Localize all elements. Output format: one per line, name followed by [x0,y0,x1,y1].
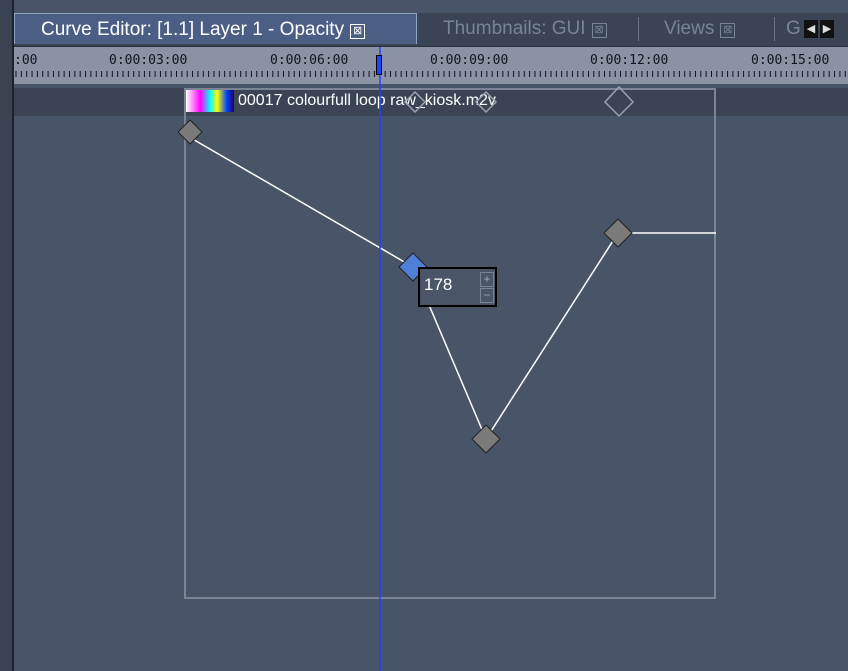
keyframe-value-editor: 178 + − [418,267,497,307]
playhead-handle[interactable] [376,55,382,75]
curve-overlay [177,47,716,671]
strip-keyframe-marker[interactable] [474,90,498,114]
decrement-button[interactable]: − [480,288,494,303]
keyframe-point[interactable] [603,218,633,248]
opacity-curve[interactable] [183,133,414,268]
value-input[interactable]: 178 [424,275,476,295]
increment-button[interactable]: + [480,272,494,287]
keyframe-point[interactable] [177,119,203,145]
strip-keyframe-marker[interactable] [403,90,427,114]
curve-editor-window: Curve Editor: [1.1] Layer 1 - Opacity ⊠ T… [0,0,848,671]
strip-keyframe-marker[interactable] [603,85,635,118]
opacity-curve-segment[interactable] [428,232,716,441]
keyframe-point[interactable] [471,424,501,454]
